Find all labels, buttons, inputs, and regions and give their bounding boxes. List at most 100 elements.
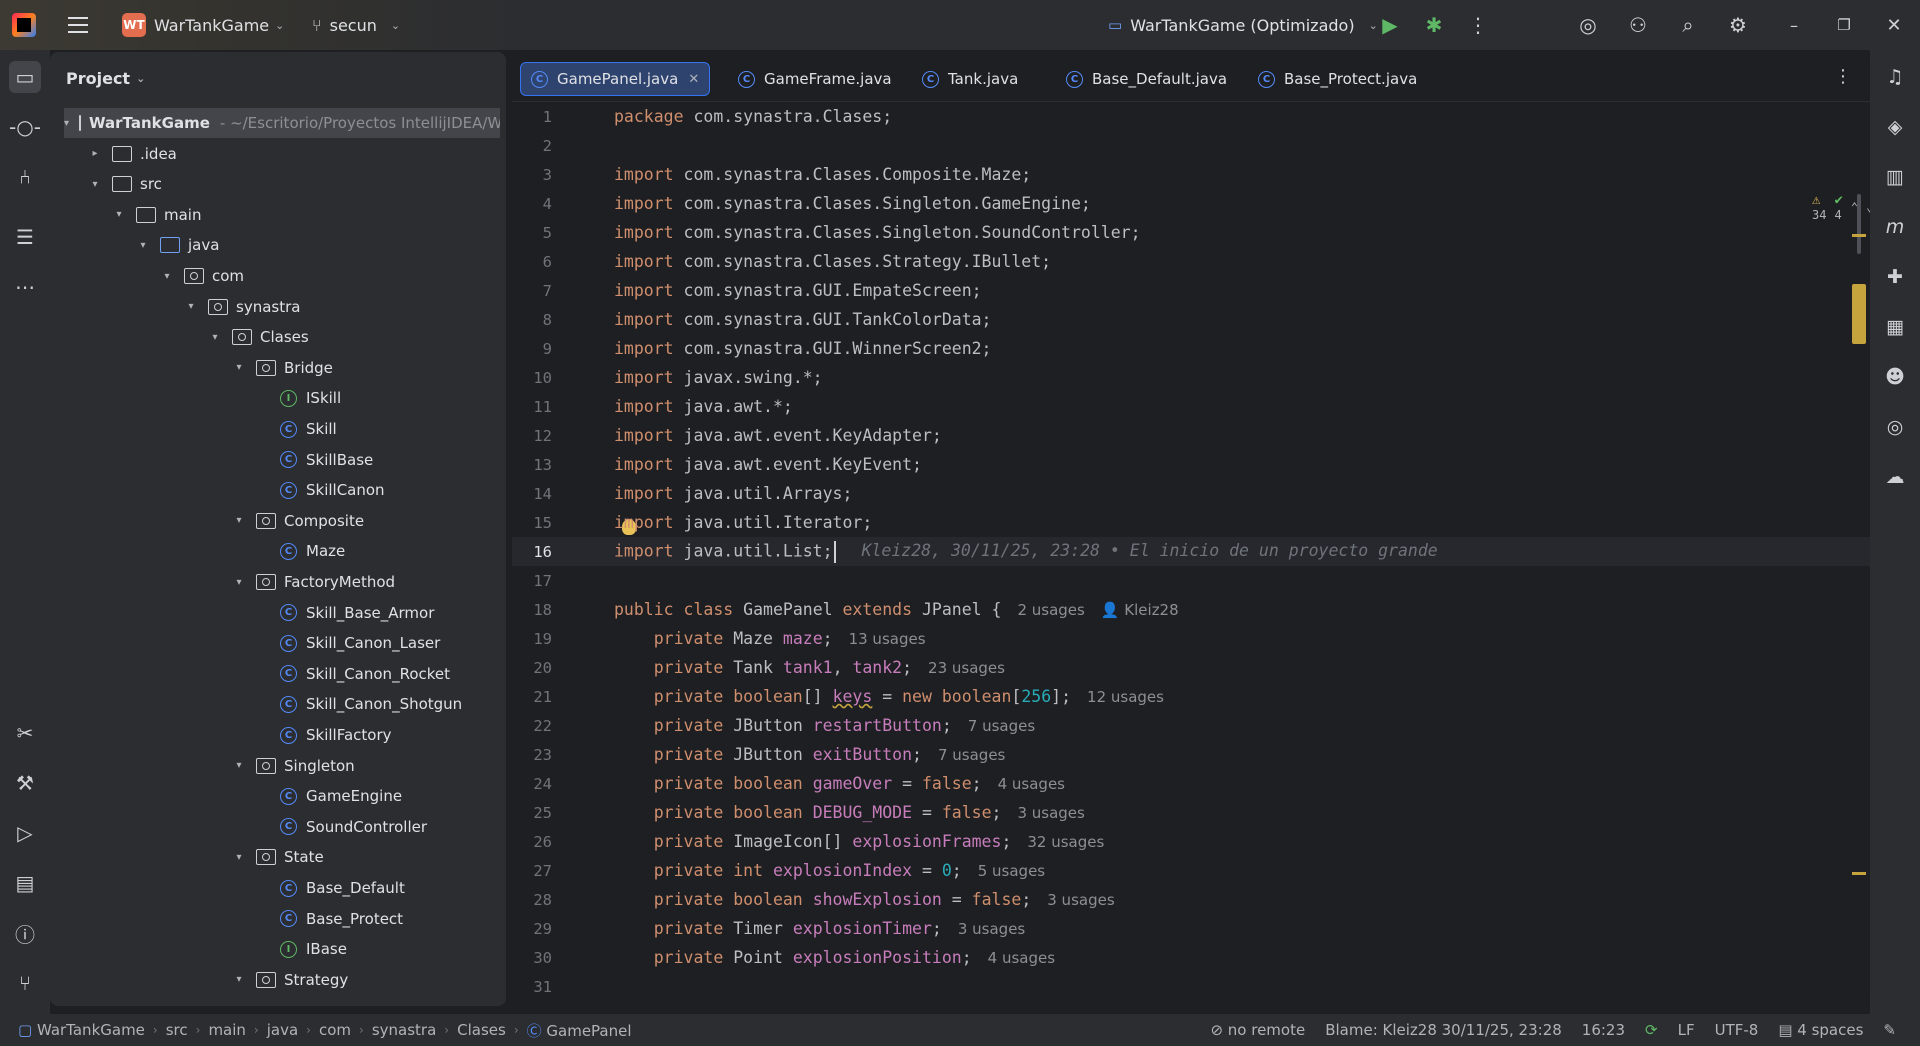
- branch-selector[interactable]: ⑂ secun ⌄: [312, 0, 400, 50]
- usages-hint[interactable]: 4 usages: [998, 775, 1065, 793]
- tree-item[interactable]: ▸IISkill: [64, 383, 500, 413]
- tree-item[interactable]: ▾ main: [64, 200, 500, 230]
- code-line[interactable]: 14 import java.util.Arrays;: [512, 479, 1870, 508]
- vcs-sync-icon[interactable]: ⟳: [1645, 1021, 1658, 1039]
- usages-hint[interactable]: 4 usages: [988, 949, 1055, 967]
- tree-item[interactable]: ▾ Strategy: [64, 965, 500, 995]
- copilot-icon[interactable]: ☻: [1879, 361, 1911, 393]
- tree-item[interactable]: ▸CSkill_Canon_Shotgun: [64, 689, 500, 719]
- usages-hint[interactable]: 12 usages: [1087, 688, 1164, 706]
- code-line[interactable]: 23 private JButton exitButton; 7 usages: [512, 740, 1870, 769]
- code-line[interactable]: 21 private boolean[] keys = new boolean[…: [512, 682, 1870, 711]
- chevron-down-icon[interactable]: ▾: [160, 271, 174, 282]
- code-line[interactable]: 29 private Timer explosionTimer; 3 usages: [512, 914, 1870, 943]
- code-line[interactable]: 20 private Tank tank1, tank2; 23 usages: [512, 653, 1870, 682]
- debug-icon[interactable]: ✱: [1416, 0, 1452, 50]
- tree-item[interactable]: ▸CBase_Default: [64, 873, 500, 903]
- tree-item[interactable]: ▾ com: [64, 261, 500, 291]
- readonly-toggle-icon[interactable]: ✎: [1883, 1021, 1896, 1039]
- search-icon[interactable]: ⌕: [1670, 0, 1706, 50]
- tree-item[interactable]: ▾ State: [64, 842, 500, 872]
- tree-item[interactable]: ▸CMaze: [64, 536, 500, 566]
- restore-icon[interactable]: ❐: [1826, 0, 1862, 50]
- code-line[interactable]: 25 private boolean DEBUG_MODE = false; 3 …: [512, 798, 1870, 827]
- tree-item[interactable]: ▾ synastra: [64, 292, 500, 322]
- ai-assistant-icon[interactable]: ◎: [1570, 0, 1606, 50]
- tree-item[interactable]: ▸CBullet_Default: [64, 995, 500, 998]
- usages-hint[interactable]: 13 usages: [849, 630, 926, 648]
- usages-hint[interactable]: 7 usages: [968, 717, 1035, 735]
- code-line[interactable]: 27 private int explosionIndex = 0; 5 usag…: [512, 856, 1870, 885]
- chevron-right-icon[interactable]: ▸: [88, 148, 102, 159]
- breadcrumb-item[interactable]: java: [267, 1021, 298, 1039]
- remote-status[interactable]: ⊘ no remote: [1210, 1021, 1305, 1039]
- tree-item[interactable]: ▸CSkillFactory: [64, 720, 500, 750]
- tree-item[interactable]: ▸ .idea: [64, 139, 500, 169]
- tree-item[interactable]: ▸CSkill_Canon_Rocket: [64, 659, 500, 689]
- chevron-down-icon[interactable]: ▾: [232, 852, 246, 863]
- tree-item[interactable]: ▸CSkill: [64, 414, 500, 444]
- pull-requests-icon[interactable]: ⑃: [9, 161, 41, 193]
- chevron-down-icon[interactable]: ▾: [232, 577, 246, 588]
- code-line[interactable]: 4 import com.synastra.Clases.Singleton.Ga…: [512, 189, 1870, 218]
- tree-item[interactable]: ▾ Bridge: [64, 353, 500, 383]
- tree-item[interactable]: ▸IIBase: [64, 934, 500, 964]
- breadcrumb-item[interactable]: src: [166, 1021, 188, 1039]
- run-config-selector[interactable]: ▭ WarTankGame (Optimizado) ⌄: [1108, 0, 1378, 50]
- tab-gamepanel-java[interactable]: C GamePanel.java ✕: [520, 62, 711, 96]
- tree-root[interactable]: ▾ WarTankGame - ~/Escritorio/Proyectos I…: [64, 108, 500, 138]
- code-line[interactable]: 11 import java.awt.*;: [512, 392, 1870, 421]
- database-icon[interactable]: ▥: [1879, 161, 1911, 193]
- endpoints-icon[interactable]: ▦: [1879, 311, 1911, 343]
- project-selector[interactable]: WarTankGame ⌄: [154, 0, 284, 50]
- usages-hint[interactable]: 3 usages: [958, 920, 1025, 938]
- code-line[interactable]: 8 import com.synastra.GUI.TankColorData;: [512, 305, 1870, 334]
- chevron-down-icon[interactable]: ▾: [208, 332, 222, 343]
- tab-base_default-java[interactable]: C Base_Default.java: [1056, 62, 1237, 96]
- services-run-icon[interactable]: ▷: [9, 817, 41, 849]
- code-line[interactable]: 26 private ImageIcon[] explosionFrames; 3…: [512, 827, 1870, 856]
- code-line[interactable]: 2: [512, 131, 1870, 160]
- tabs-more-icon[interactable]: ⋮: [1834, 66, 1852, 87]
- code-line[interactable]: 6 import com.synastra.Clases.Strategy.IBu…: [512, 247, 1870, 276]
- cloud-icon[interactable]: ☁: [1879, 461, 1911, 493]
- line-separator[interactable]: LF: [1678, 1021, 1695, 1039]
- chevron-down-icon[interactable]: ▾: [88, 179, 102, 190]
- usages-hint[interactable]: 5 usages: [978, 862, 1045, 880]
- code-line[interactable]: 13 import java.awt.event.KeyEvent;: [512, 450, 1870, 479]
- tree-item[interactable]: ▾ Clases: [64, 322, 500, 352]
- usages-hint[interactable]: 32 usages: [1027, 833, 1104, 851]
- code-line[interactable]: 30 private Point explosionPosition; 4 usa…: [512, 943, 1870, 972]
- notifications-bell-icon[interactable]: ♫: [1879, 61, 1911, 93]
- close-tab-icon[interactable]: ✕: [688, 72, 699, 87]
- tree-item[interactable]: ▾ java: [64, 230, 500, 260]
- code-line[interactable]: 12 import java.awt.event.KeyAdapter;: [512, 421, 1870, 450]
- app-logo-icon[interactable]: [12, 13, 36, 37]
- chevron-down-icon[interactable]: ▾: [136, 240, 150, 251]
- more-actions-icon[interactable]: ⋮: [1460, 0, 1496, 50]
- usages-hint[interactable]: 7 usages: [938, 746, 1005, 764]
- chevron-down-icon[interactable]: ▾: [112, 209, 126, 220]
- git-icon[interactable]: ⑂: [9, 967, 41, 999]
- inline-blame[interactable]: Kleiz28, 30/11/25, 23:28 • El inicio de …: [862, 541, 1438, 560]
- breadcrumb-item[interactable]: com: [319, 1021, 351, 1039]
- code-line[interactable]: 9 import com.synastra.GUI.WinnerScreen2;: [512, 334, 1870, 363]
- more-tools-icon[interactable]: ⋯: [9, 271, 41, 303]
- project-tool-folder-icon[interactable]: ▭: [9, 61, 41, 93]
- breadcrumb-item[interactable]: synastra: [372, 1021, 436, 1039]
- code-line[interactable]: 28 private boolean showExplosion = false…: [512, 885, 1870, 914]
- tree-item[interactable]: ▾ Singleton: [64, 751, 500, 781]
- tab-gameframe-java[interactable]: C GameFrame.java: [728, 62, 902, 96]
- tree-item[interactable]: ▸CGameEngine: [64, 781, 500, 811]
- breadcrumb-item[interactable]: Clases: [457, 1021, 506, 1039]
- usages-hint[interactable]: 3 usages: [1017, 804, 1084, 822]
- breadcrumb-item[interactable]: ▢ WarTankGame: [18, 1021, 145, 1039]
- tree-item[interactable]: ▾ src: [64, 169, 500, 199]
- close-window-icon[interactable]: ✕: [1876, 0, 1912, 50]
- code-area[interactable]: ⚠ 34 ✔ 4 ⌃ ⌄ 1 package com.synastra.Clase…: [512, 102, 1870, 1006]
- tree-item[interactable]: ▸CSkill_Base_Armor: [64, 598, 500, 628]
- blame-status[interactable]: Blame: Kleiz28 30/11/25, 23:28: [1325, 1021, 1562, 1039]
- chevron-down-icon[interactable]: ▾: [232, 760, 246, 771]
- code-line[interactable]: 24 private boolean gameOver = false; 4 us…: [512, 769, 1870, 798]
- tree-item[interactable]: ▾ FactoryMethod: [64, 567, 500, 597]
